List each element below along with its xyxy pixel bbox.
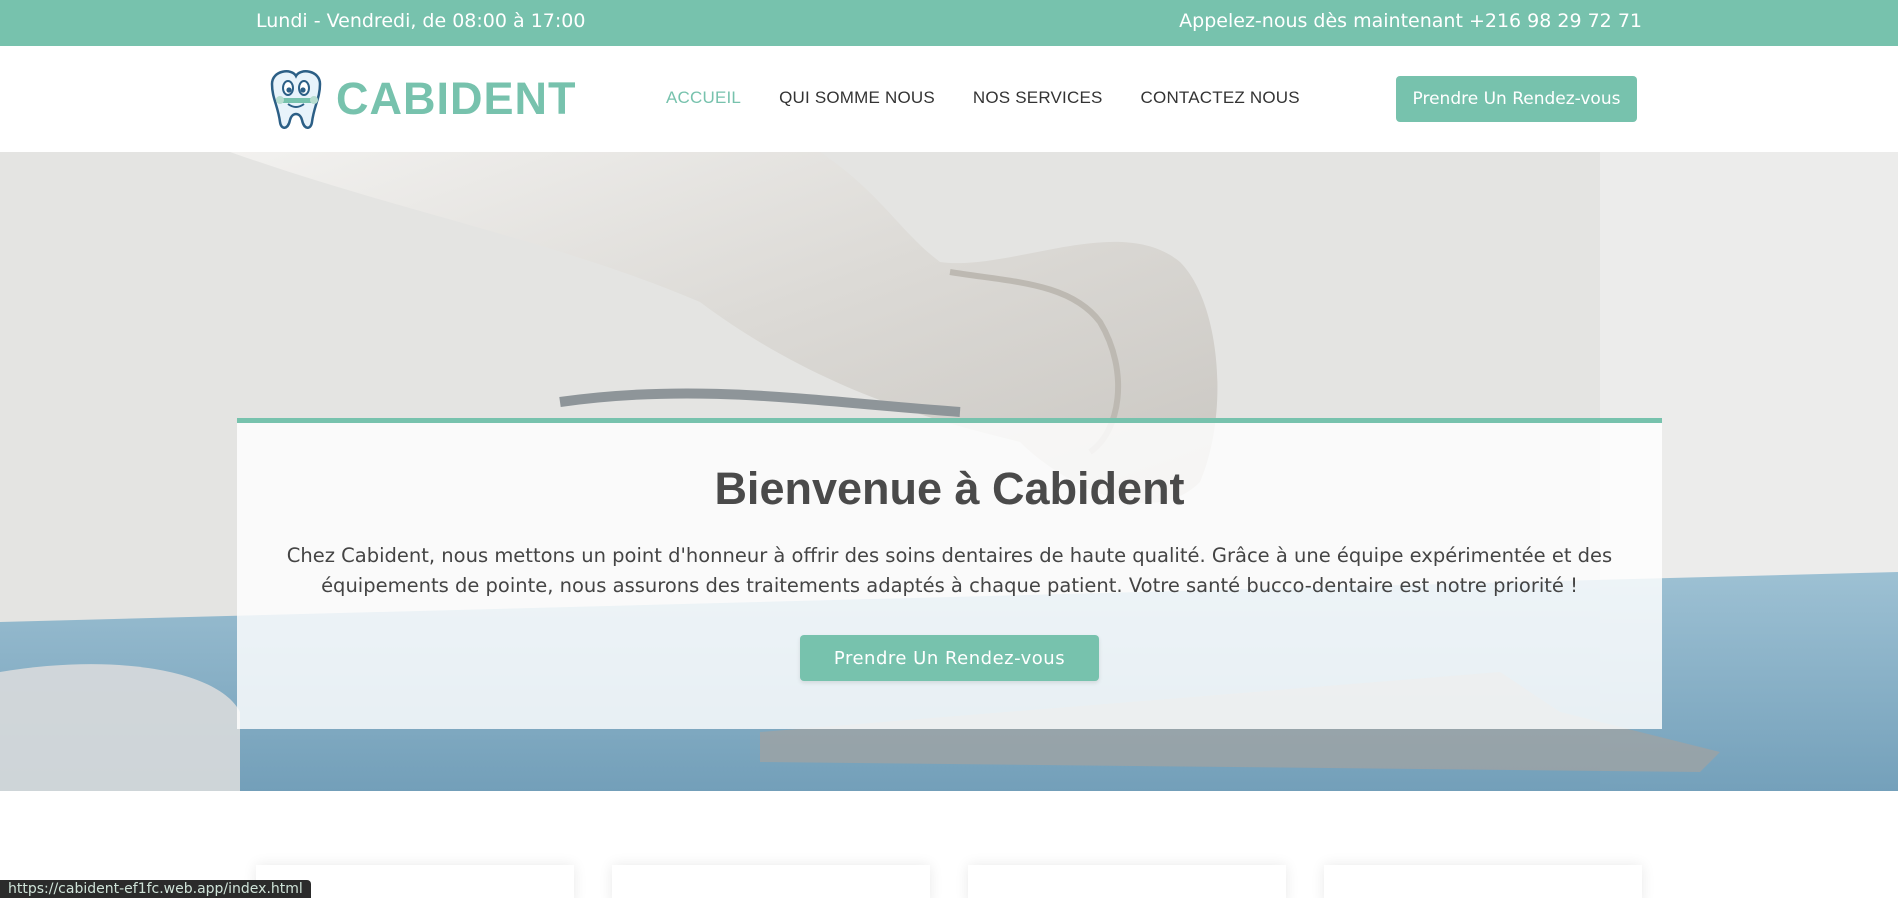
hero-appointment-button[interactable]: Prendre Un Rendez-vous — [800, 635, 1099, 681]
tooth-mascot-icon — [270, 70, 322, 129]
phone-contact[interactable]: Appelez-nous dès maintenant +216 98 29 7… — [1179, 10, 1642, 32]
nav-item-contactez-nous[interactable]: CONTACTEZ NOUS — [1141, 88, 1300, 108]
opening-hours: Lundi - Vendredi, de 08:00 à 17:00 — [256, 10, 586, 32]
hero-description: Chez Cabident, nous mettons un point d'h… — [286, 544, 1613, 597]
service-card[interactable] — [612, 865, 930, 898]
main-navbar: CABIDENT ACCUEIL QUI SOMME NOUS NOS SERV… — [0, 46, 1898, 152]
top-info-bar: Lundi - Vendredi, de 08:00 à 17:00 Appel… — [0, 0, 1898, 46]
header-appointment-button[interactable]: Prendre Un Rendez-vous — [1396, 76, 1637, 122]
brand-name: CABIDENT — [336, 73, 577, 124]
nav-item-accueil[interactable]: ACCUEIL — [666, 88, 741, 108]
hero-welcome-card: Bienvenue à Cabident Chez Cabident, nous… — [237, 418, 1662, 729]
hero-section: Bienvenue à Cabident Chez Cabident, nous… — [0, 152, 1898, 791]
nav-item-qui-somme-nous[interactable]: QUI SOMME NOUS — [779, 88, 935, 108]
service-card[interactable] — [1324, 865, 1642, 898]
hero-title: Bienvenue à Cabident — [714, 463, 1185, 514]
service-card[interactable] — [968, 865, 1286, 898]
browser-status-url: https://cabident-ef1fc.web.app/index.htm… — [0, 880, 311, 898]
main-nav: ACCUEIL QUI SOMME NOUS NOS SERVICES CONT… — [666, 88, 1338, 108]
brand-logo[interactable]: CABIDENT — [262, 66, 577, 132]
nav-item-nos-services[interactable]: NOS SERVICES — [973, 88, 1103, 108]
